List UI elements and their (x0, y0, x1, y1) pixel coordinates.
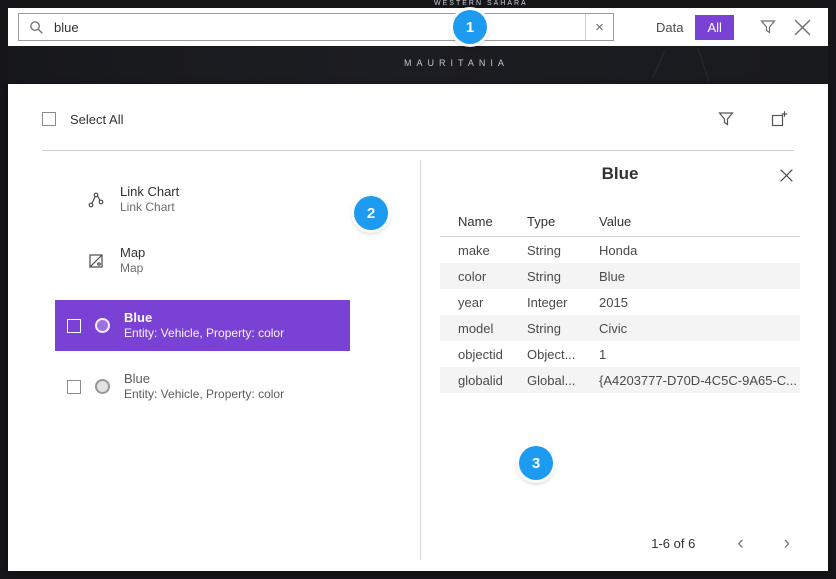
cell-value: {A4203777-D70D-4C5C-9A65-C... (591, 373, 800, 388)
table-row: model String Civic (440, 315, 800, 341)
table-header-row: Name Type Value (440, 206, 800, 237)
table-row: globalid Global... {A4203777-D70D-4C5C-9… (440, 367, 800, 393)
step-annotation-3: 3 (519, 446, 553, 480)
search-input[interactable] (52, 14, 585, 40)
column-header-value: Value (591, 214, 800, 229)
item-subtitle: Entity: Vehicle, Property: color (124, 326, 284, 341)
filter-results-icon[interactable] (714, 107, 738, 131)
result-item-blue[interactable]: Blue Entity: Vehicle, Property: color (55, 361, 350, 412)
item-title: Map (120, 245, 145, 261)
cell-name: make (440, 243, 519, 258)
step-annotation-2: 2 (354, 196, 388, 230)
map-label-mauritania: MAURITANIA (404, 58, 509, 68)
page-next-icon[interactable]: › (776, 532, 798, 555)
select-all-row: Select All (42, 108, 798, 130)
clear-search-icon[interactable]: × (585, 14, 613, 40)
cell-type: String (519, 243, 591, 258)
search-icon (19, 20, 52, 35)
result-item-blue-selected[interactable]: Blue Entity: Vehicle, Property: color (55, 300, 350, 351)
item-text: Blue Entity: Vehicle, Property: color (124, 310, 284, 341)
cell-value: 1 (591, 347, 800, 362)
search-toolbar: × Data All (8, 8, 828, 46)
cell-name: model (440, 321, 519, 336)
scope-data-button[interactable]: Data (644, 15, 695, 40)
cell-type: String (519, 269, 591, 284)
cell-name: color (440, 269, 519, 284)
table-row: year Integer 2015 (440, 289, 800, 315)
column-header-name: Name (440, 214, 519, 229)
pagination: 1-6 of 6 ‹ › (651, 532, 798, 555)
close-search-icon[interactable] (789, 14, 816, 41)
search-results-panel: Select All Link Chart Link Chart (8, 84, 828, 571)
scope-toggle: Data All (644, 15, 734, 40)
vertical-divider (420, 160, 421, 560)
detail-title: Blue (440, 164, 800, 184)
panel-actions (714, 106, 792, 132)
item-text: Link Chart Link Chart (120, 184, 179, 215)
select-all-checkbox[interactable] (42, 112, 56, 126)
table-row: color String Blue (440, 263, 800, 289)
cell-type: Integer (519, 295, 591, 310)
map-boundary-line (698, 49, 709, 82)
detail-panel: Blue Name Type Value make String Honda c… (440, 158, 800, 393)
item-checkbox[interactable] (67, 319, 81, 333)
table-row: objectid Object... 1 (440, 341, 800, 367)
horizontal-divider (42, 150, 794, 151)
map-boundary-line (652, 51, 665, 79)
cell-name: year (440, 295, 519, 310)
properties-table: Name Type Value make String Honda color … (440, 206, 800, 393)
table-row: make String Honda (440, 237, 800, 263)
column-header-type: Type (519, 214, 591, 229)
item-checkbox[interactable] (67, 380, 81, 394)
result-item-map[interactable]: Map Map (42, 237, 420, 284)
cell-value: Honda (591, 243, 800, 258)
item-text: Map Map (120, 245, 145, 276)
scope-all-button[interactable]: All (695, 15, 733, 40)
item-subtitle: Map (120, 261, 145, 276)
item-text: Blue Entity: Vehicle, Property: color (124, 371, 284, 402)
page-previous-icon[interactable]: ‹ (729, 532, 751, 555)
cell-value: Blue (591, 269, 800, 284)
close-detail-icon[interactable] (775, 164, 798, 187)
step-annotation-1: 1 (453, 10, 487, 44)
entity-circle-icon (95, 318, 110, 333)
add-selection-icon[interactable] (766, 106, 792, 132)
map-label-western-sahara: WESTERN SAHARA (434, 0, 528, 7)
select-all-label: Select All (70, 112, 123, 127)
search-input-group: × (18, 13, 614, 41)
cell-name: globalid (440, 373, 519, 388)
item-title: Link Chart (120, 184, 179, 200)
entity-circle-icon (95, 379, 110, 394)
cell-type: Object... (519, 347, 591, 362)
link-chart-icon (88, 192, 104, 208)
item-title: Blue (124, 371, 284, 387)
cell-value: Civic (591, 321, 800, 336)
item-subtitle: Link Chart (120, 200, 179, 215)
cell-type: String (519, 321, 591, 336)
table-body: make String Honda color String Blue year… (440, 237, 800, 393)
pagination-label: 1-6 of 6 (651, 536, 695, 551)
item-subtitle: Entity: Vehicle, Property: color (124, 387, 284, 402)
cell-value: 2015 (591, 295, 800, 310)
filter-icon[interactable] (756, 15, 780, 39)
cell-name: objectid (440, 347, 519, 362)
cell-type: Global... (519, 373, 591, 388)
map-icon (88, 253, 104, 269)
item-title: Blue (124, 310, 284, 326)
